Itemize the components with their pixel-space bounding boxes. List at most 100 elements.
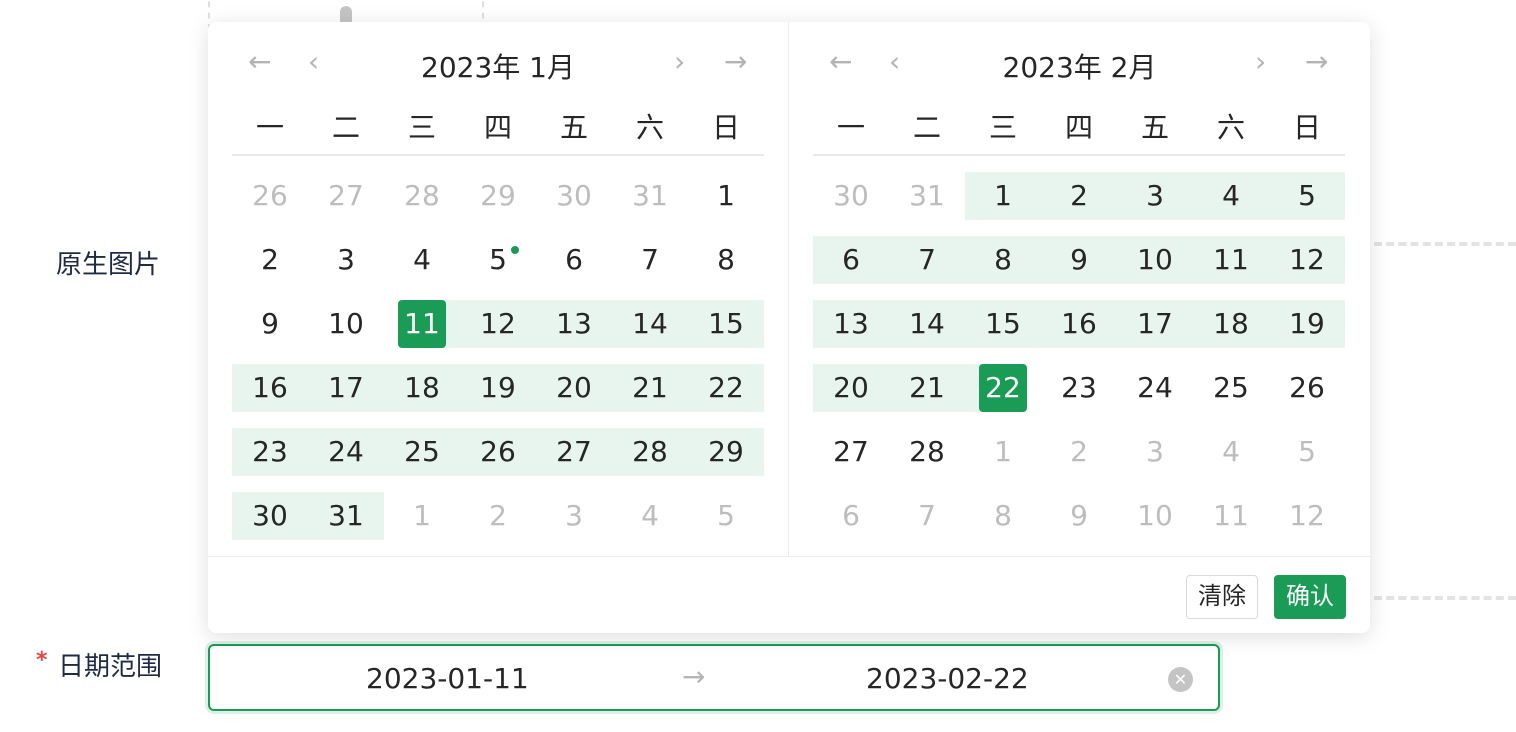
day-cell[interactable]: 29: [688, 428, 764, 476]
outside-day-cell[interactable]: 1: [384, 492, 460, 540]
day-cell[interactable]: 10: [1117, 236, 1193, 284]
day-cell[interactable]: 5: [460, 236, 536, 284]
day-cell[interactable]: 17: [308, 364, 384, 412]
outside-day-cell[interactable]: 26: [232, 172, 308, 220]
day-number: 18: [1213, 307, 1249, 340]
outside-day-cell[interactable]: 10: [1117, 492, 1193, 540]
day-cell[interactable]: 27: [813, 428, 889, 476]
day-cell[interactable]: 18: [384, 364, 460, 412]
day-cell[interactable]: 10: [308, 300, 384, 348]
next-year-icon[interactable]: →: [1305, 44, 1328, 80]
day-cell[interactable]: 13: [536, 300, 612, 348]
day-cell[interactable]: 20: [536, 364, 612, 412]
day-cell[interactable]: 3: [308, 236, 384, 284]
range-end-input[interactable]: 2023-02-22: [866, 662, 1029, 695]
outside-day-cell[interactable]: 31: [889, 172, 965, 220]
calendar-title[interactable]: 2023年 1月: [208, 46, 788, 86]
outside-day-cell[interactable]: 12: [1269, 492, 1345, 540]
outside-day-cell[interactable]: 2: [1041, 428, 1117, 476]
day-cell[interactable]: 6: [536, 236, 612, 284]
day-cell[interactable]: 23: [1041, 364, 1117, 412]
outside-day-cell[interactable]: 4: [612, 492, 688, 540]
outside-day-cell[interactable]: 5: [688, 492, 764, 540]
day-cell[interactable]: 1: [688, 172, 764, 220]
day-cell[interactable]: 23: [232, 428, 308, 476]
day-cell[interactable]: 19: [460, 364, 536, 412]
day-cell[interactable]: 3: [1117, 172, 1193, 220]
selected-day-cell[interactable]: 11: [384, 300, 460, 348]
confirm-button[interactable]: 确认: [1274, 575, 1346, 619]
next-month-icon[interactable]: ›: [1255, 44, 1266, 80]
day-cell[interactable]: 2: [232, 236, 308, 284]
day-cell[interactable]: 25: [384, 428, 460, 476]
day-cell[interactable]: 20: [813, 364, 889, 412]
outside-day-cell[interactable]: 1: [965, 428, 1041, 476]
day-cell[interactable]: 26: [460, 428, 536, 476]
outside-day-cell[interactable]: 4: [1193, 428, 1269, 476]
outside-day-cell[interactable]: 11: [1193, 492, 1269, 540]
day-cell[interactable]: 28: [612, 428, 688, 476]
day-cell[interactable]: 19: [1269, 300, 1345, 348]
date-range-picker[interactable]: 2023-01-11 → 2023-02-22 ✕: [208, 644, 1220, 711]
day-cell[interactable]: 22: [688, 364, 764, 412]
day-cell[interactable]: 25: [1193, 364, 1269, 412]
day-number: 20: [833, 371, 869, 404]
day-cell[interactable]: 4: [1193, 172, 1269, 220]
day-cell[interactable]: 21: [889, 364, 965, 412]
next-year-icon[interactable]: →: [724, 44, 747, 80]
day-cell[interactable]: 24: [1117, 364, 1193, 412]
outside-day-cell[interactable]: 3: [1117, 428, 1193, 476]
outside-day-cell[interactable]: 30: [536, 172, 612, 220]
outside-day-cell[interactable]: 2: [460, 492, 536, 540]
outside-day-cell[interactable]: 3: [536, 492, 612, 540]
day-cell[interactable]: 21: [612, 364, 688, 412]
day-cell[interactable]: 17: [1117, 300, 1193, 348]
outside-day-cell[interactable]: 29: [460, 172, 536, 220]
outside-day-cell[interactable]: 9: [1041, 492, 1117, 540]
day-cell[interactable]: 26: [1269, 364, 1345, 412]
day-cell[interactable]: 12: [460, 300, 536, 348]
day-number: 30: [833, 179, 869, 212]
day-cell[interactable]: 9: [1041, 236, 1117, 284]
day-cell[interactable]: 28: [889, 428, 965, 476]
close-circle-icon[interactable]: ✕: [1168, 667, 1193, 692]
day-cell[interactable]: 1: [965, 172, 1041, 220]
day-cell[interactable]: 13: [813, 300, 889, 348]
outside-day-cell[interactable]: 8: [965, 492, 1041, 540]
outside-day-cell[interactable]: 6: [813, 492, 889, 540]
day-cell[interactable]: 16: [232, 364, 308, 412]
outside-day-cell[interactable]: 28: [384, 172, 460, 220]
day-cell[interactable]: 15: [965, 300, 1041, 348]
day-cell[interactable]: 7: [889, 236, 965, 284]
day-cell[interactable]: 4: [384, 236, 460, 284]
calendar-title[interactable]: 2023年 2月: [789, 46, 1370, 86]
day-cell[interactable]: 15: [688, 300, 764, 348]
outside-day-cell[interactable]: 5: [1269, 428, 1345, 476]
day-cell[interactable]: 2: [1041, 172, 1117, 220]
day-cell[interactable]: 16: [1041, 300, 1117, 348]
day-number: 17: [328, 371, 364, 404]
outside-day-cell[interactable]: 27: [308, 172, 384, 220]
outside-day-cell[interactable]: 30: [813, 172, 889, 220]
day-cell[interactable]: 9: [232, 300, 308, 348]
day-cell[interactable]: 24: [308, 428, 384, 476]
day-cell[interactable]: 7: [612, 236, 688, 284]
day-cell[interactable]: 18: [1193, 300, 1269, 348]
selected-day-cell[interactable]: 22: [965, 364, 1041, 412]
day-cell[interactable]: 30: [232, 492, 308, 540]
day-cell[interactable]: 14: [889, 300, 965, 348]
day-cell[interactable]: 6: [813, 236, 889, 284]
day-cell[interactable]: 11: [1193, 236, 1269, 284]
day-cell[interactable]: 31: [308, 492, 384, 540]
day-cell[interactable]: 12: [1269, 236, 1345, 284]
clear-button[interactable]: 清除: [1186, 575, 1258, 619]
day-cell[interactable]: 5: [1269, 172, 1345, 220]
day-cell[interactable]: 27: [536, 428, 612, 476]
day-cell[interactable]: 14: [612, 300, 688, 348]
day-cell[interactable]: 8: [965, 236, 1041, 284]
next-month-icon[interactable]: ›: [674, 44, 685, 80]
outside-day-cell[interactable]: 31: [612, 172, 688, 220]
outside-day-cell[interactable]: 7: [889, 492, 965, 540]
day-cell[interactable]: 8: [688, 236, 764, 284]
range-start-input[interactable]: 2023-01-11: [366, 662, 529, 695]
